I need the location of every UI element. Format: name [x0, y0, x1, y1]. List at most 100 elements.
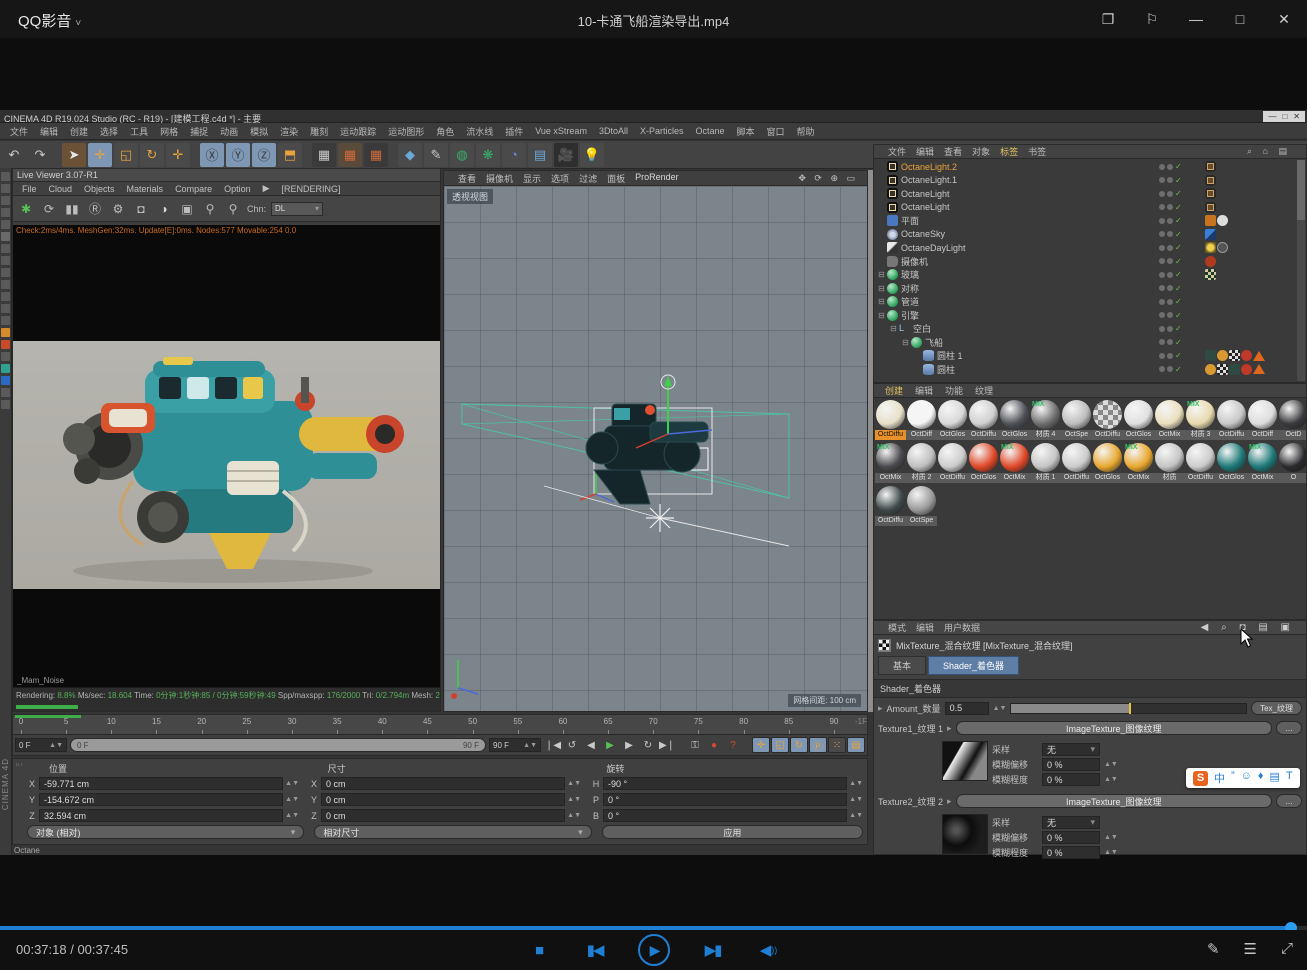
- enable-check-icon[interactable]: ✓: [1175, 162, 1182, 171]
- material-thumbnail[interactable]: OctSpe: [906, 486, 937, 526]
- ime-icon-2[interactable]: ☺: [1241, 770, 1252, 786]
- c4d-menu-item[interactable]: Octane: [689, 124, 730, 138]
- material-thumbnail[interactable]: 材质: [1154, 443, 1185, 483]
- render-picture-viewer-icon[interactable]: ▦: [338, 143, 362, 167]
- material-thumbnail[interactable]: MIX材质 3: [1185, 400, 1216, 440]
- object-name[interactable]: 圆柱 1: [937, 349, 963, 362]
- t-checker-tag-icon[interactable]: [1229, 350, 1240, 361]
- material-thumbnail[interactable]: OctDiffu: [875, 400, 906, 440]
- mini-mode-icon[interactable]: ❐: [1095, 6, 1121, 32]
- palette-icon-6[interactable]: [1, 244, 10, 253]
- attribute-tab-Shader_着色器[interactable]: Shader_着色器: [928, 656, 1019, 675]
- viewport-menu-item[interactable]: 摄像机: [481, 172, 518, 185]
- pick-material-icon[interactable]: ⚲: [224, 200, 242, 218]
- camera-icon[interactable]: 🎥: [554, 143, 578, 167]
- object-manager-menu-item[interactable]: 对象: [967, 145, 995, 158]
- render-visibility-dot[interactable]: [1167, 339, 1173, 345]
- pin-icon[interactable]: ⚐: [1139, 6, 1165, 32]
- viewport-menu-item[interactable]: 面板: [602, 172, 630, 185]
- t-dark-tag-icon[interactable]: [1229, 364, 1240, 375]
- object-manager-menu-item[interactable]: 编辑: [911, 145, 939, 158]
- render-visibility-dot[interactable]: [1167, 177, 1173, 183]
- previous-button[interactable]: ▮◀: [582, 934, 608, 966]
- palette-icon-4[interactable]: [1, 220, 10, 229]
- render-visibility-dot[interactable]: [1167, 299, 1173, 305]
- object-row[interactable]: ⊟管道✓: [874, 295, 1297, 309]
- palette-icon-15[interactable]: [1, 352, 10, 361]
- attribute-menu-item[interactable]: 模式: [883, 621, 911, 634]
- object-row[interactable]: ⊟L空白✓: [874, 322, 1297, 336]
- z-axis-lock-icon[interactable]: Ⓩ: [252, 143, 276, 167]
- live-viewer-menu-item[interactable]: Materials: [122, 184, 169, 194]
- enable-check-icon[interactable]: ✓: [1175, 216, 1182, 225]
- live-viewer-menu-item[interactable]: File: [17, 184, 42, 194]
- live-viewer-menu-item[interactable]: Option: [219, 184, 256, 194]
- panel-grip[interactable]: ⠿⠿⠿⠿⠿⠿: [15, 763, 23, 823]
- editor-visibility-dot[interactable]: [1159, 231, 1165, 237]
- render-visibility-dot[interactable]: [1167, 164, 1173, 170]
- stop-button[interactable]: ■: [526, 934, 552, 966]
- c4d-menu-item[interactable]: 角色: [430, 123, 460, 140]
- c4d-win-button-2[interactable]: ✕: [1293, 112, 1300, 121]
- material-thumbnail[interactable]: MIXOctMix: [1247, 443, 1278, 483]
- redo-icon[interactable]: ↷: [28, 143, 52, 167]
- object-row[interactable]: ⊟引擎✓: [874, 309, 1297, 323]
- t-light-tag-icon[interactable]: [1205, 188, 1216, 199]
- editor-visibility-dot[interactable]: [1159, 164, 1165, 170]
- ime-icon-4[interactable]: ▤: [1270, 770, 1280, 786]
- object-name[interactable]: 平面: [901, 214, 919, 227]
- t-orange-tag-icon[interactable]: [1205, 215, 1216, 226]
- stepper-icon[interactable]: ▲▼: [567, 780, 581, 787]
- fullscreen-icon[interactable]: ⤢: [1281, 940, 1293, 958]
- c4d-menu-item[interactable]: 运动图形: [382, 123, 430, 140]
- viewport-menu-item[interactable]: 过滤: [574, 172, 602, 185]
- material-thumbnail[interactable]: O: [1278, 443, 1307, 483]
- render-visibility-dot[interactable]: [1167, 191, 1173, 197]
- object-row[interactable]: 圆柱 1✓: [874, 349, 1297, 363]
- blur-offset-field[interactable]: 0 %: [1042, 831, 1100, 844]
- c4d-menu-item[interactable]: 工具: [124, 123, 154, 140]
- rotation-field[interactable]: -90 °: [603, 777, 847, 790]
- material-thumbnail[interactable]: OctDiff: [1247, 400, 1278, 440]
- material-thumbnail[interactable]: OctGlos: [1092, 443, 1123, 483]
- live-viewer-menu-item[interactable]: [RENDERING]: [277, 184, 346, 194]
- object-row[interactable]: 圆柱✓: [874, 363, 1297, 377]
- object-manager-menu-item[interactable]: 标签: [995, 145, 1023, 158]
- material-thumbnail[interactable]: OctDiffu: [937, 443, 968, 483]
- t-dark-tag-icon[interactable]: [1205, 350, 1216, 361]
- c4d-menu-item[interactable]: 网格: [154, 123, 184, 140]
- timeline-ruler[interactable]: 051015202530354045505560657075808590-1F: [13, 715, 867, 735]
- texture1-preview[interactable]: [942, 741, 988, 781]
- material-thumbnail[interactable]: OctDiffu: [1216, 400, 1247, 440]
- material-tab-编辑[interactable]: 编辑: [910, 384, 938, 397]
- viewport-lock-icon[interactable]: ▣: [178, 200, 196, 218]
- end-frame-field[interactable]: 90 F▲▼: [489, 738, 541, 752]
- amount-field[interactable]: 0.5: [945, 702, 989, 715]
- record-position-toggle[interactable]: ✛: [752, 737, 770, 753]
- visibility-dots[interactable]: ✓: [1159, 324, 1205, 333]
- palette-icon-5[interactable]: [1, 232, 10, 241]
- object-name[interactable]: 飞船: [925, 336, 943, 349]
- screenshot-icon[interactable]: ✎: [1207, 940, 1220, 958]
- palette-icon-1[interactable]: [1, 184, 10, 193]
- live-viewer-title[interactable]: Live Viewer 3.07-R1: [13, 169, 440, 182]
- expand-icon[interactable]: ⊟: [902, 338, 911, 347]
- object-name[interactable]: OctaneLight: [901, 189, 950, 199]
- editor-visibility-dot[interactable]: [1159, 272, 1165, 278]
- object-name[interactable]: OctaneLight.2: [901, 162, 957, 172]
- next-button[interactable]: ▶▮: [700, 934, 726, 966]
- stepper-icon[interactable]: ▲▼: [849, 796, 863, 803]
- palette-icon-9[interactable]: [1, 280, 10, 289]
- t-warn-tag-icon[interactable]: [1253, 364, 1265, 374]
- c4d-menu-item[interactable]: X-Particles: [634, 124, 690, 138]
- object-name[interactable]: 管道: [901, 295, 919, 308]
- material-thumbnail[interactable]: OctDiffu: [1185, 443, 1216, 483]
- material-thumbnail[interactable]: OctDiffu: [1061, 443, 1092, 483]
- editor-visibility-dot[interactable]: [1159, 339, 1165, 345]
- t-sky-tag-icon[interactable]: [1205, 229, 1216, 240]
- render-settings-icon[interactable]: ▦: [364, 143, 388, 167]
- position-field[interactable]: -154.672 cm: [39, 793, 283, 806]
- visibility-dots[interactable]: ✓: [1159, 297, 1205, 306]
- object-row[interactable]: OctaneLight.1✓: [874, 174, 1297, 188]
- material-tab-纹理[interactable]: 纹理: [970, 384, 998, 397]
